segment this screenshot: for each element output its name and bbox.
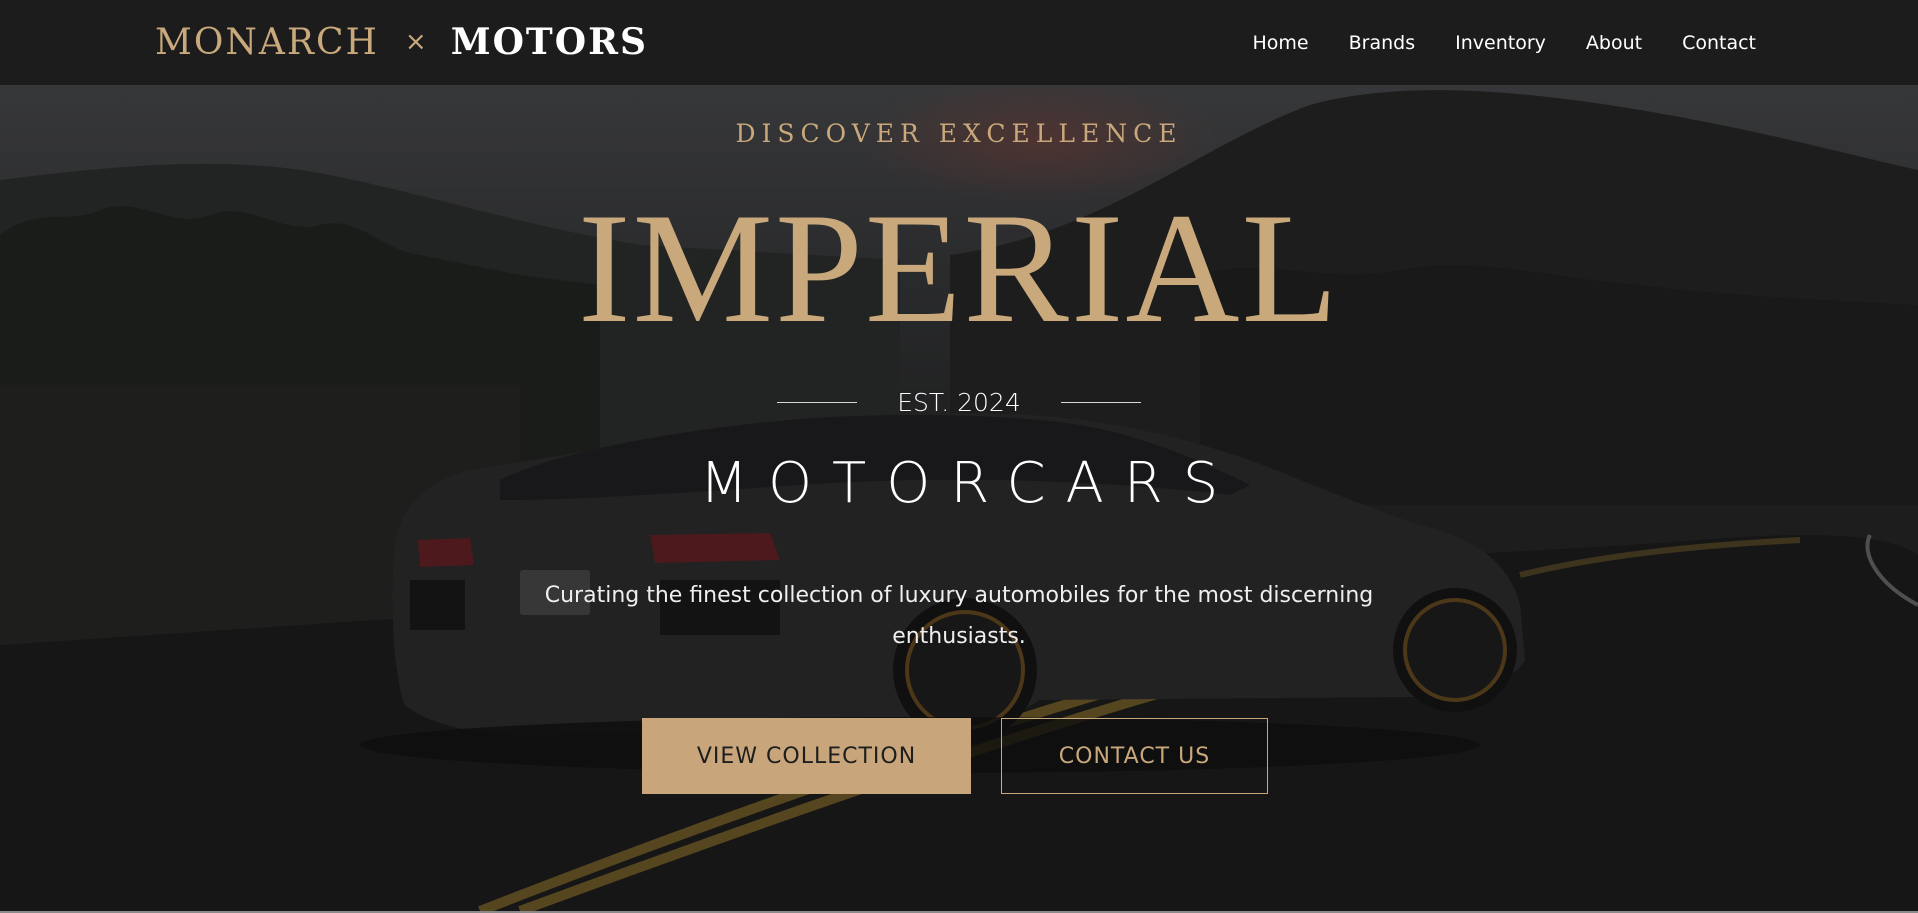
contact-us-button[interactable]: CONTACT US	[1001, 718, 1268, 794]
navbar: MONARCH × MOTORS Home Brands Inventory A…	[0, 0, 1918, 85]
brand-secondary: MOTORS	[450, 21, 648, 63]
divider-right	[1060, 401, 1141, 403]
brand-separator: ×	[404, 27, 429, 57]
nav-link-brands[interactable]: Brands	[1349, 32, 1416, 54]
nav-link-about[interactable]: About	[1586, 32, 1642, 54]
established-row: EST. 2024	[0, 385, 1918, 419]
page: MONARCH × MOTORS Home Brands Inventory A…	[0, 0, 1918, 913]
brand-logo[interactable]: MONARCH × MOTORS	[155, 18, 648, 66]
main-nav: Home Brands Inventory About Contact	[1213, 0, 1756, 85]
hero-subtitle: MOTORCARS	[699, 451, 1239, 516]
nav-link-inventory[interactable]: Inventory	[1455, 32, 1546, 54]
hero-eyebrow: DISCOVER EXCELLENCE	[735, 119, 1183, 148]
established-text: EST. 2024	[897, 387, 1021, 417]
divider-left	[777, 401, 858, 403]
brand-primary: MONARCH	[155, 21, 379, 63]
hero-tagline: Curating the finest collection of luxury…	[544, 583, 1374, 649]
hero-title: IMPERIAL	[577, 181, 1341, 356]
nav-link-home[interactable]: Home	[1253, 32, 1309, 54]
view-collection-button[interactable]: VIEW COLLECTION	[642, 718, 971, 794]
hero-section: DISCOVER EXCELLENCE IMPERIAL EST. 2024 M…	[0, 85, 1918, 911]
nav-link-contact[interactable]: Contact	[1682, 32, 1756, 54]
hero-content: DISCOVER EXCELLENCE IMPERIAL EST. 2024 M…	[0, 85, 1918, 911]
